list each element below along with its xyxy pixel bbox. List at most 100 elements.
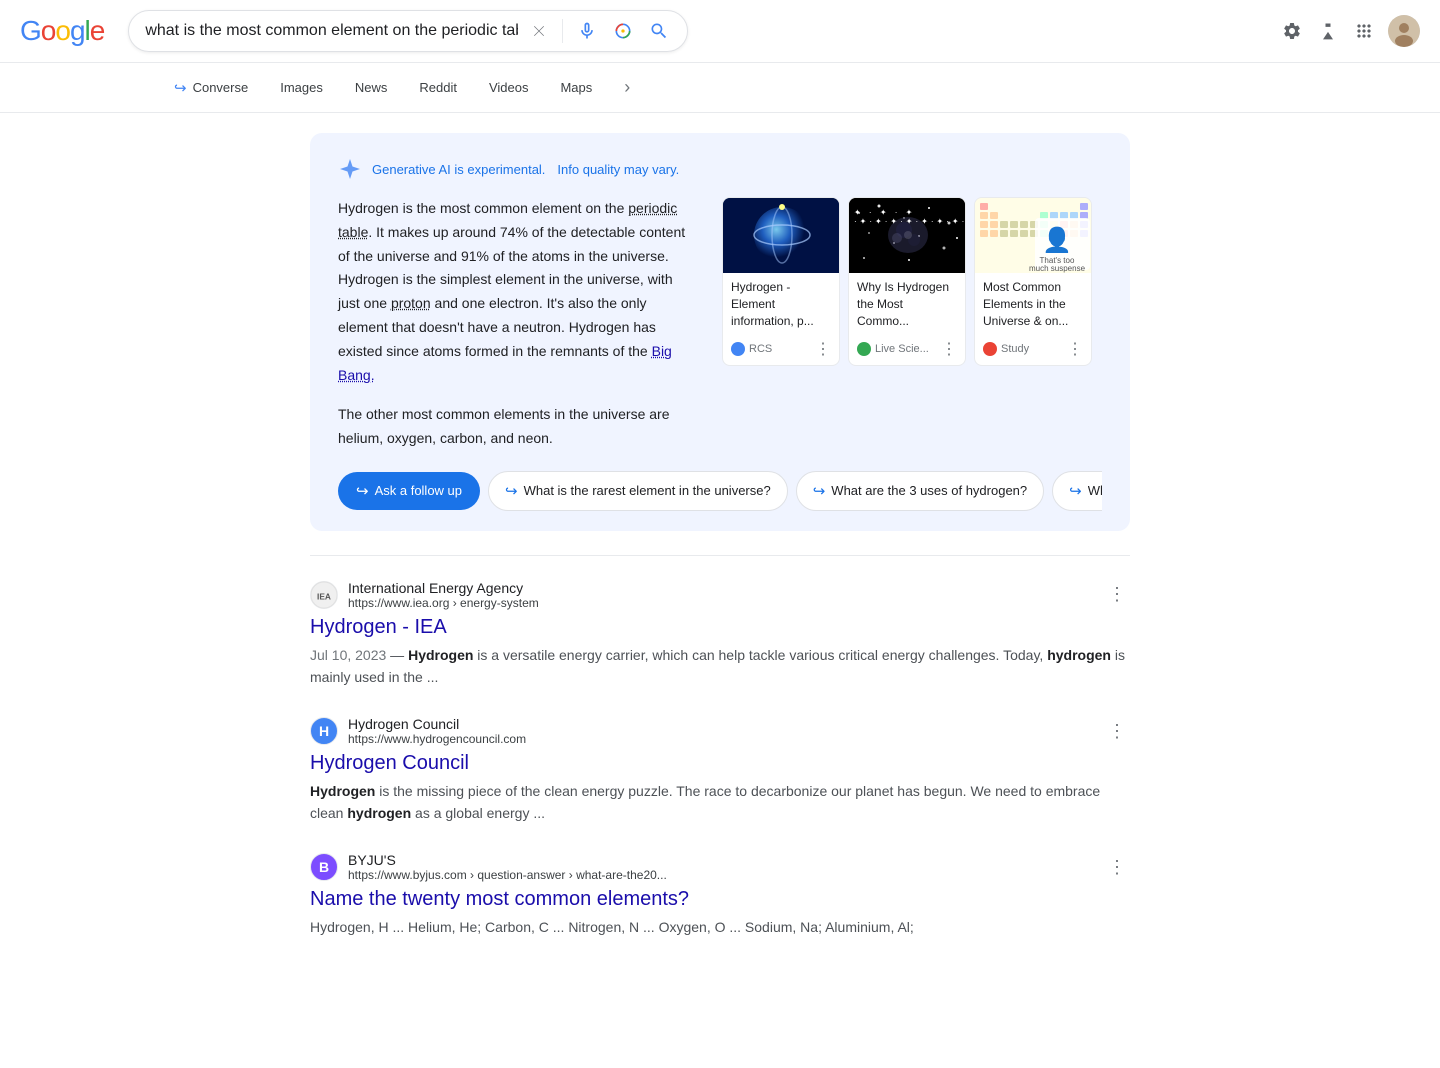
- mic-button[interactable]: [575, 19, 599, 43]
- ai-image-label-3: Most Common Elements in the Universe & o…: [975, 273, 1091, 335]
- ai-image-source-3: Study ⋮: [975, 335, 1091, 365]
- tab-reddit-label: Reddit: [419, 80, 457, 95]
- google-logo[interactable]: Google: [20, 15, 104, 47]
- search-icons: [528, 19, 671, 43]
- tab-videos[interactable]: Videos: [475, 70, 543, 105]
- result-url-iea: https://www.iea.org › energy-system: [348, 596, 1094, 610]
- result-menu-iea[interactable]: ⋮: [1104, 580, 1130, 609]
- ai-label-quality: Info quality may vary.: [557, 162, 679, 177]
- result-source-hcouncil: H Hydrogen Council https://www.hydrogenc…: [310, 716, 1130, 746]
- ai-image-thumb-3: 👤 That's too much suspense: [975, 198, 1092, 273]
- ai-image-row: Hydrogen - Element information, p... RCS…: [722, 197, 1102, 366]
- ask-followup-button[interactable]: ↪ Ask a follow up: [338, 472, 480, 510]
- ai-image-label-1: Hydrogen - Element information, p...: [723, 273, 839, 335]
- suggestion-label-2: What are the 3 uses of hydrogen?: [831, 483, 1027, 498]
- ai-header: Generative AI is experimental. Info qual…: [338, 157, 1102, 181]
- suggestion-icon-3: ↪: [1069, 482, 1082, 500]
- tab-maps-label: Maps: [560, 80, 592, 95]
- result-item-iea: IEA International Energy Agency https://…: [310, 580, 1130, 688]
- tab-news[interactable]: News: [341, 70, 402, 105]
- ai-image-thumb-2: [849, 198, 966, 273]
- labs-button[interactable]: [1316, 19, 1340, 43]
- result-title-hcouncil[interactable]: Hydrogen Council: [310, 752, 469, 774]
- ai-image-card-2[interactable]: Why Is Hydrogen the Most Commo... Live S…: [848, 197, 966, 366]
- result-menu-byjus[interactable]: ⋮: [1104, 853, 1130, 882]
- result-menu-hcouncil[interactable]: ⋮: [1104, 717, 1130, 746]
- suggestion-label-3: What are the 3 m...: [1088, 483, 1102, 498]
- source-dot-3: [983, 342, 997, 356]
- proton-link[interactable]: proton: [391, 295, 431, 311]
- result-item-byjus: B BYJU'S https://www.byjus.com › questio…: [310, 852, 1130, 938]
- ai-images: Hydrogen - Element information, p... RCS…: [722, 197, 1102, 451]
- converse-icon: ↪: [174, 79, 187, 97]
- svg-text:👤: 👤: [1042, 226, 1072, 254]
- ai-answer-box: Generative AI is experimental. Info qual…: [310, 133, 1130, 531]
- svg-text:IEA: IEA: [317, 592, 331, 602]
- result-favicon-iea: IEA: [310, 581, 338, 609]
- ai-image-card-1[interactable]: Hydrogen - Element information, p... RCS…: [722, 197, 840, 366]
- tab-more[interactable]: ›: [610, 67, 644, 108]
- ai-image-card-3[interactable]: 👤 That's too much suspense Most Common E…: [974, 197, 1092, 366]
- ai-image-source-1: RCS ⋮: [723, 335, 839, 365]
- result-snippet-byjus: Hydrogen, H ... Helium, He; Carbon, C ..…: [310, 916, 1130, 938]
- source-dot-2: [857, 342, 871, 356]
- header: Google: [0, 0, 1440, 63]
- ai-image-label-2: Why Is Hydrogen the Most Commo...: [849, 273, 965, 335]
- result-url-hcouncil: https://www.hydrogencouncil.com: [348, 732, 1094, 746]
- tab-maps[interactable]: Maps: [546, 70, 606, 105]
- header-right: [1280, 15, 1420, 47]
- ai-text-block: Hydrogen is the most common element on t…: [338, 197, 698, 451]
- result-snippet-hcouncil: Hydrogen is the missing piece of the cle…: [310, 780, 1130, 824]
- search-button[interactable]: [647, 19, 671, 43]
- suggestion-label-1: What is the rarest element in the univer…: [524, 483, 771, 498]
- divider: [562, 19, 563, 43]
- tab-converse-label: Converse: [193, 80, 249, 95]
- chevron-right-icon: ›: [624, 77, 630, 98]
- result-source-info-iea: International Energy Agency https://www.…: [348, 580, 1094, 610]
- result-title-iea[interactable]: Hydrogen - IEA: [310, 616, 447, 638]
- ask-followup-label: Ask a follow up: [375, 483, 462, 498]
- suggestion-icon-2: ↪: [813, 482, 826, 500]
- ai-content: Hydrogen is the most common element on t…: [338, 197, 1102, 451]
- tab-images[interactable]: Images: [266, 70, 337, 105]
- image-menu-1[interactable]: ⋮: [815, 339, 831, 359]
- svg-text:much suspense: much suspense: [1029, 264, 1086, 273]
- settings-button[interactable]: [1280, 19, 1304, 43]
- result-source-iea: IEA International Energy Agency https://…: [310, 580, 1130, 610]
- search-input[interactable]: [145, 22, 518, 40]
- tab-news-label: News: [355, 80, 388, 95]
- ai-label-experimental: Generative AI is experimental.: [372, 162, 545, 177]
- followup-icon: ↪: [356, 482, 369, 500]
- lens-button[interactable]: [611, 19, 635, 43]
- image-menu-2[interactable]: ⋮: [941, 339, 957, 359]
- search-bar[interactable]: [128, 10, 688, 52]
- result-source-info-hcouncil: Hydrogen Council https://www.hydrogencou…: [348, 716, 1094, 746]
- tab-converse[interactable]: ↪ Converse: [160, 69, 262, 107]
- result-url-byjus: https://www.byjus.com › question-answer …: [348, 868, 1094, 882]
- result-source-name-hcouncil: Hydrogen Council: [348, 716, 1094, 732]
- clear-button[interactable]: [528, 20, 550, 42]
- ai-image-source-2: Live Scie... ⋮: [849, 335, 965, 365]
- tab-reddit[interactable]: Reddit: [405, 70, 471, 105]
- suggestion-icon-1: ↪: [505, 482, 518, 500]
- apps-button[interactable]: [1352, 19, 1376, 43]
- result-title-byjus[interactable]: Name the twenty most common elements?: [310, 888, 689, 910]
- ai-paragraph2: The other most common elements in the un…: [338, 403, 698, 451]
- source-name-3: Study: [983, 342, 1029, 356]
- ai-paragraph1: Hydrogen is the most common element on t…: [338, 197, 698, 387]
- source-dot-1: [731, 342, 745, 356]
- avatar[interactable]: [1388, 15, 1420, 47]
- result-source-name-iea: International Energy Agency: [348, 580, 1094, 596]
- tab-videos-label: Videos: [489, 80, 529, 95]
- tabs-bar: ↪ Converse Images News Reddit Videos Map…: [0, 63, 1440, 113]
- tab-images-label: Images: [280, 80, 323, 95]
- suggestion-1[interactable]: ↪ What is the rarest element in the univ…: [488, 471, 788, 511]
- image-menu-3[interactable]: ⋮: [1067, 339, 1083, 359]
- result-snippet-iea: Jul 10, 2023 — Hydrogen is a versatile e…: [310, 644, 1130, 688]
- result-item-hcouncil: H Hydrogen Council https://www.hydrogenc…: [310, 716, 1130, 824]
- result-favicon-hcouncil: H: [310, 717, 338, 745]
- suggestion-3[interactable]: ↪ What are the 3 m...: [1052, 471, 1102, 511]
- ai-image-thumb-1: [723, 198, 840, 273]
- suggestion-2[interactable]: ↪ What are the 3 uses of hydrogen?: [796, 471, 1044, 511]
- source-name-2: Live Scie...: [857, 342, 929, 356]
